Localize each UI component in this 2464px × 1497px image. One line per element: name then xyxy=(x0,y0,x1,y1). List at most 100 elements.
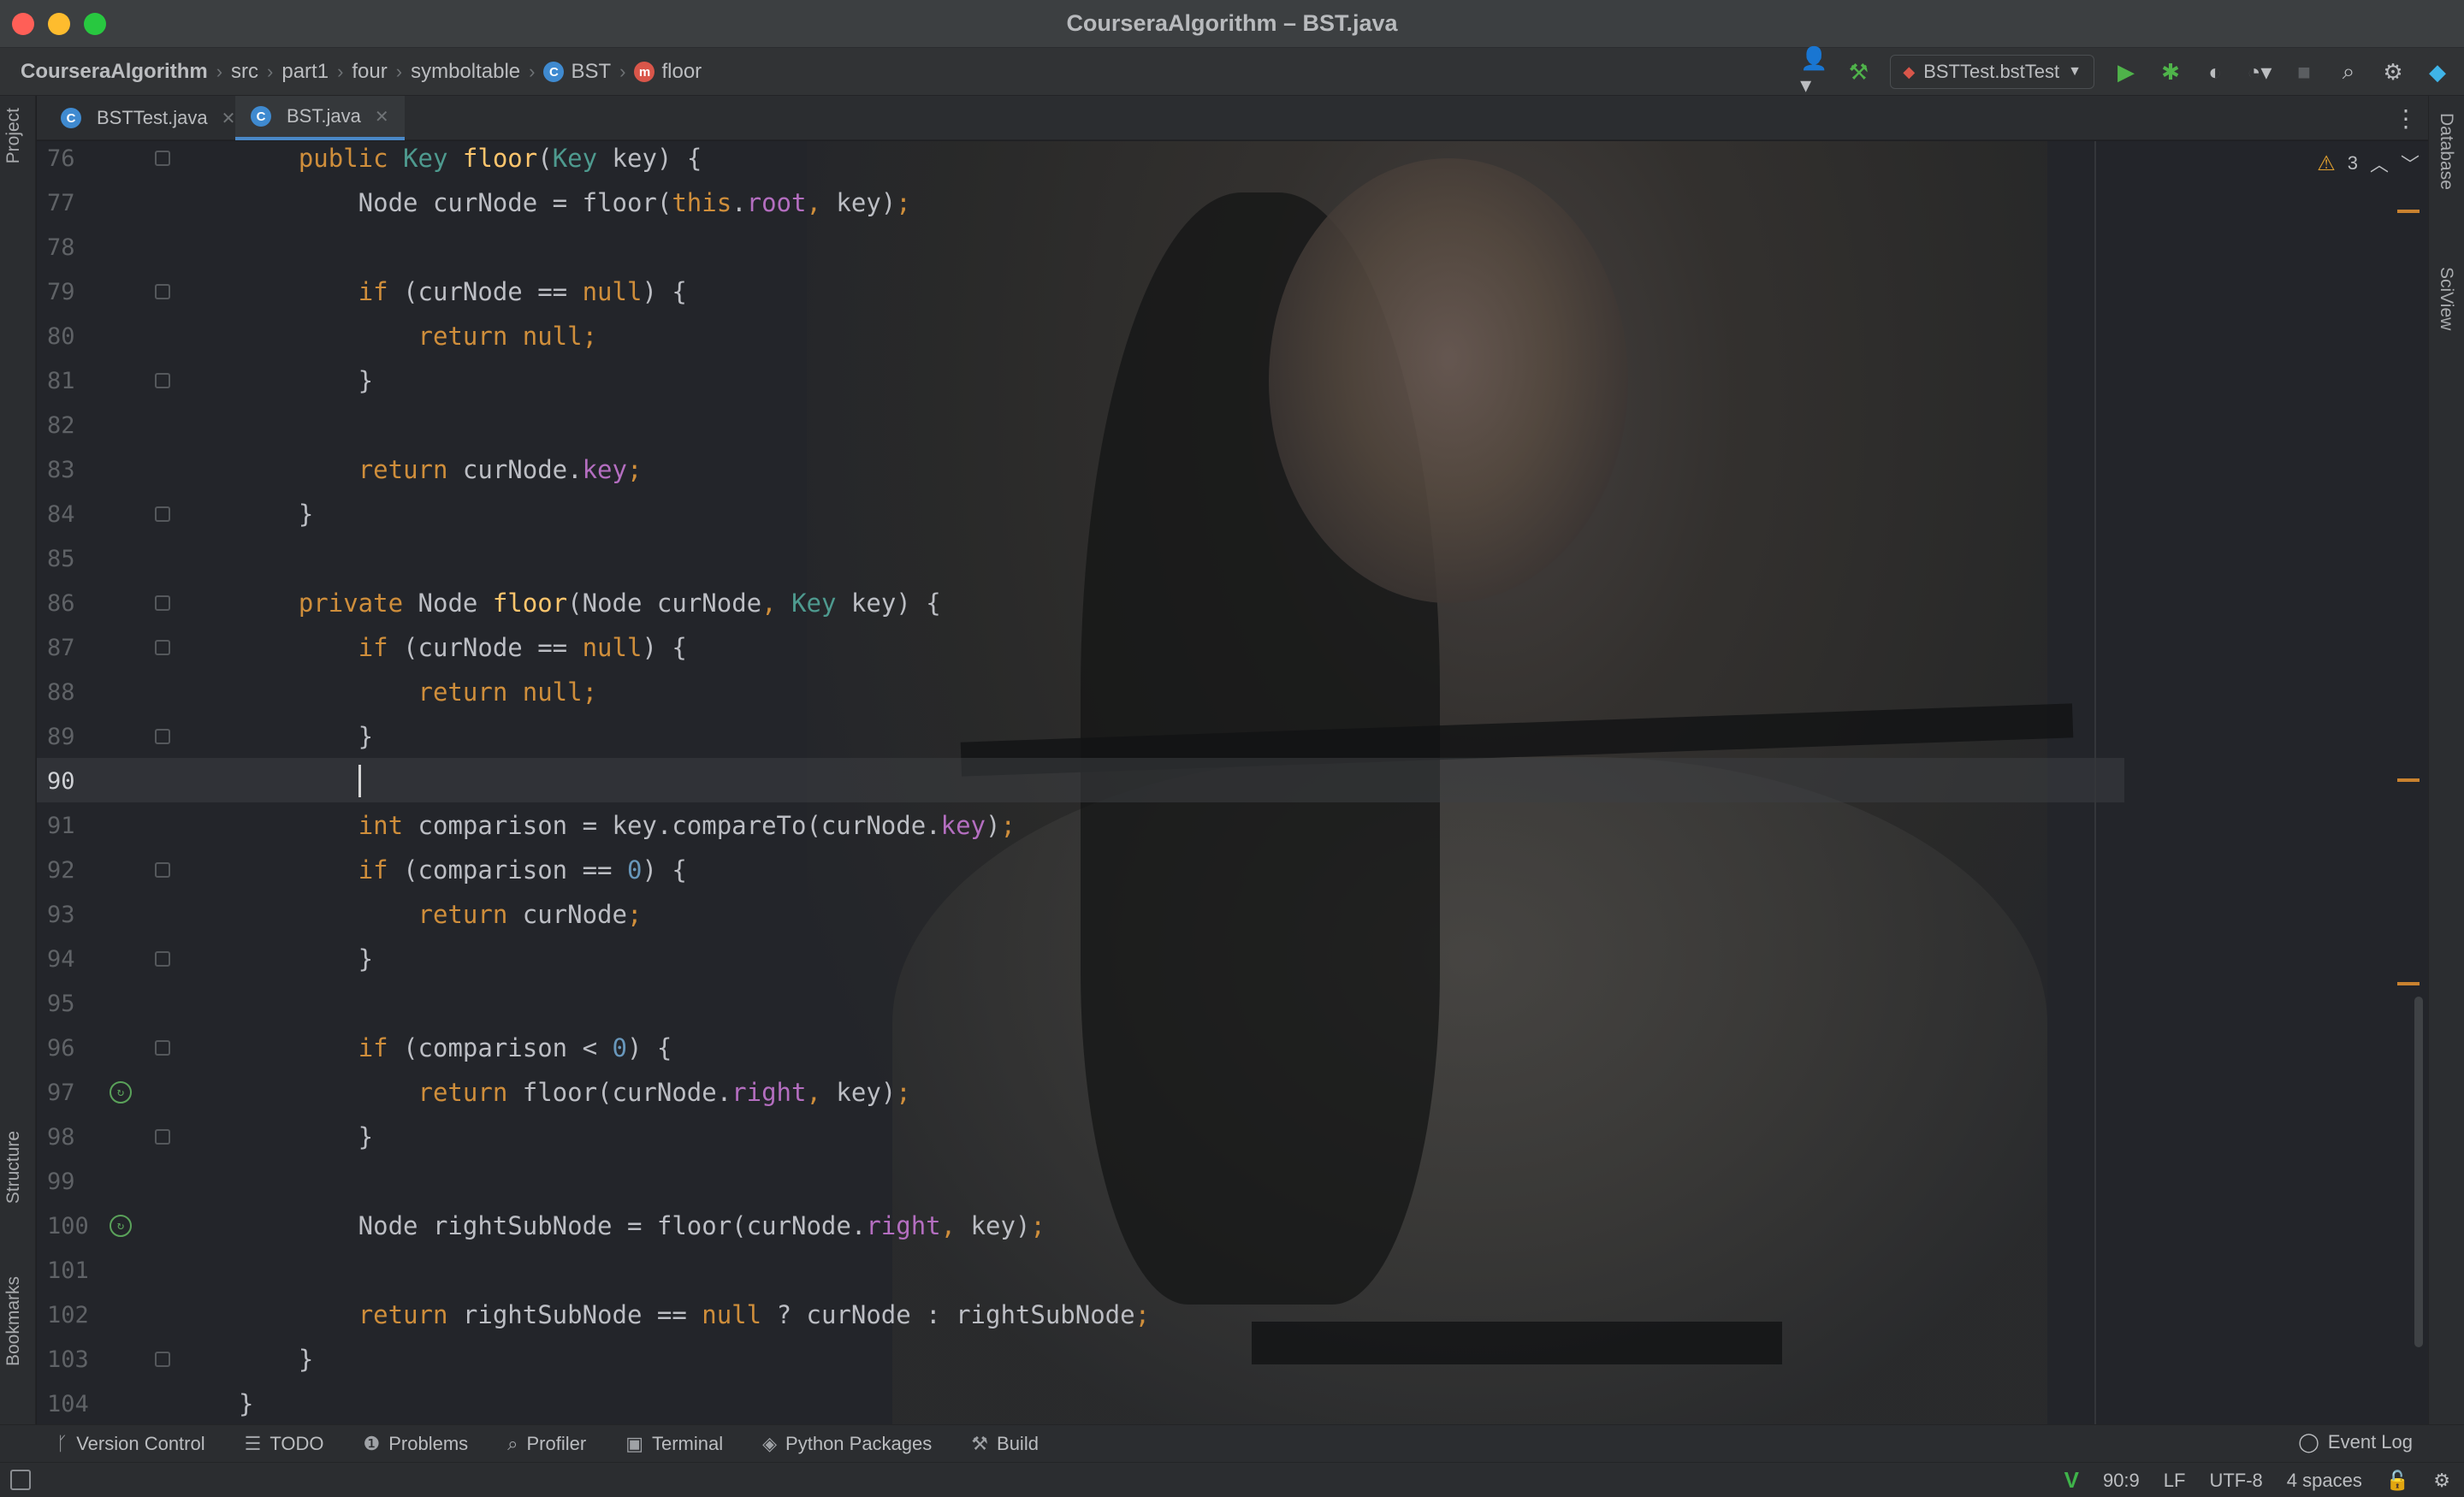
breadcrumb-item[interactable]: src xyxy=(231,60,258,84)
code-line[interactable]: 104} xyxy=(37,1382,2124,1424)
code-token: } xyxy=(239,1122,374,1151)
code-line[interactable]: 97 ↻ return floor(curNode.right, key); xyxy=(37,1070,2124,1115)
fold-marker-icon[interactable] xyxy=(155,862,170,878)
breadcrumb-item[interactable]: CourseraAlgorithm xyxy=(21,60,208,84)
tool-button-profiler[interactable]: ⌕ Profiler xyxy=(507,1433,586,1455)
fold-marker-icon[interactable] xyxy=(155,373,170,388)
stop-icon[interactable]: ■ xyxy=(2291,59,2317,85)
code-line[interactable]: 101 xyxy=(37,1248,2124,1293)
caret-position[interactable]: 90:9 xyxy=(2103,1470,2140,1492)
tool-button-python-packages[interactable]: ◈ Python Packages xyxy=(762,1433,932,1455)
user-icon[interactable]: 👤▾ xyxy=(1800,45,1827,98)
close-icon[interactable]: ✕ xyxy=(375,106,389,127)
code-line[interactable]: 95 xyxy=(37,981,2124,1026)
warning-marker[interactable] xyxy=(2397,982,2420,985)
code-line[interactable]: 103 } xyxy=(37,1337,2124,1382)
code-line[interactable]: 87 if (curNode == null) { xyxy=(37,625,2124,670)
code-text: if (comparison < 0) { xyxy=(239,1033,672,1062)
run-icon[interactable]: ▶ xyxy=(2113,59,2139,85)
fold-marker-icon[interactable] xyxy=(155,640,170,655)
project-tool-button[interactable]: Project xyxy=(3,108,24,163)
line-separator[interactable]: LF xyxy=(2164,1470,2186,1492)
bookmarks-tool-button[interactable]: Bookmarks xyxy=(3,1276,24,1366)
code-line[interactable]: 96 if (comparison < 0) { xyxy=(37,1026,2124,1070)
code-line[interactable]: 99 xyxy=(37,1159,2124,1204)
code-line[interactable]: 86 private Node floor(Node curNode, Key … xyxy=(37,581,2124,625)
recursive-call-icon[interactable]: ↻ xyxy=(110,1081,132,1104)
code-line[interactable]: 98 } xyxy=(37,1115,2124,1159)
code-line[interactable]: 94 } xyxy=(37,937,2124,981)
code-line[interactable]: 78 xyxy=(37,225,2124,269)
code-line[interactable]: 91 int comparison = key.compareTo(curNod… xyxy=(37,803,2124,848)
vim-icon[interactable]: V xyxy=(2064,1467,2079,1494)
breadcrumb-item[interactable]: m floor xyxy=(634,60,702,84)
fold-marker-icon[interactable] xyxy=(155,1129,170,1145)
code-line[interactable]: 76 public Key floor(Key key) { xyxy=(37,141,2124,180)
more-options-icon[interactable]: ⋮ xyxy=(2394,104,2418,133)
search-icon[interactable]: ⌕ xyxy=(2336,58,2361,85)
code-line[interactable]: 81 } xyxy=(37,358,2124,403)
tool-button-terminal[interactable]: ▣ Terminal xyxy=(625,1433,723,1455)
sciview-tool-button[interactable]: SciView xyxy=(2436,267,2456,330)
profile-icon[interactable]: ◔▾ xyxy=(2247,59,2272,85)
warning-marker[interactable] xyxy=(2397,210,2420,213)
fold-marker-icon[interactable] xyxy=(155,1040,170,1056)
code-line[interactable]: 80 return null; xyxy=(37,314,2124,358)
code-line[interactable]: 102 return rightSubNode == null ? curNod… xyxy=(37,1293,2124,1337)
ide-status-icon[interactable]: ⚙ xyxy=(2433,1470,2450,1492)
file-encoding[interactable]: UTF-8 xyxy=(2209,1470,2262,1492)
warning-marker[interactable] xyxy=(2397,778,2420,782)
coverage-icon[interactable]: ◐ xyxy=(2202,59,2228,85)
breadcrumb-item[interactable]: C BST xyxy=(543,60,611,84)
tool-button-version-control[interactable]: ᚴ Version Control xyxy=(56,1433,205,1455)
database-tool-button[interactable]: Database xyxy=(2436,113,2456,190)
code-line[interactable]: 83 return curNode.key; xyxy=(37,447,2124,492)
tool-button-todo[interactable]: ☰ TODO xyxy=(245,1433,324,1455)
fold-marker-icon[interactable] xyxy=(155,595,170,611)
breadcrumb-item[interactable]: symboltable xyxy=(411,60,520,84)
code-line[interactable]: 89 } xyxy=(37,714,2124,759)
code-line[interactable]: 84 } xyxy=(37,492,2124,536)
chevron-down-icon[interactable]: ﹀ xyxy=(2401,150,2420,177)
lock-icon[interactable]: 🔓 xyxy=(2386,1470,2409,1492)
chevron-up-icon[interactable]: ︿ xyxy=(2370,150,2389,177)
gear-icon[interactable]: ⚙ xyxy=(2380,59,2406,85)
inspection-widget[interactable]: ⚠ 3 ︿ ﹀ xyxy=(2317,150,2420,177)
code-line[interactable]: 82 xyxy=(37,403,2124,447)
code-line[interactable]: 85 xyxy=(37,536,2124,581)
tool-button-build[interactable]: ⚒ Build xyxy=(971,1433,1039,1455)
fold-marker-icon[interactable] xyxy=(155,1352,170,1367)
fold-marker-icon[interactable] xyxy=(155,506,170,522)
code-line[interactable]: 77 Node curNode = floor(this.root, key); xyxy=(37,180,2124,225)
code-line[interactable]: 79 if (curNode == null) { xyxy=(37,269,2124,314)
tab-bst-java[interactable]: C BST.java ✕ xyxy=(235,96,405,140)
recursive-call-icon[interactable]: ↻ xyxy=(110,1215,132,1237)
code-line[interactable]: 100 ↻ Node rightSubNode = floor(curNode.r… xyxy=(37,1204,2124,1248)
close-icon[interactable]: ✕ xyxy=(222,108,236,129)
structure-tool-button[interactable]: Structure xyxy=(3,1131,24,1204)
tool-window-bar: ᚴ Version Control ☰ TODO ❶ Problems ⌕ Profiler ▣… xyxy=(0,1424,2464,1462)
run-configuration-select[interactable]: ◆ BSTTest.bstTest ▼ xyxy=(1890,55,2094,89)
tool-button-problems[interactable]: ❶ Problems xyxy=(364,1433,469,1455)
fold-marker-icon[interactable] xyxy=(155,729,170,744)
vertical-scrollbar[interactable] xyxy=(2414,997,2423,1347)
code-line[interactable]: 90 xyxy=(37,759,2124,803)
breadcrumb-item[interactable]: part1 xyxy=(281,60,329,84)
event-log-button[interactable]: ◯ Event Log xyxy=(2298,1431,2413,1453)
tool-windows-toggle-icon[interactable] xyxy=(10,1470,31,1490)
fold-marker-icon[interactable] xyxy=(155,151,170,166)
code-line[interactable]: 92 if (comparison == 0) { xyxy=(37,848,2124,892)
code-line[interactable]: 93 return curNode; xyxy=(37,892,2124,937)
code-line[interactable]: 88 return null; xyxy=(37,670,2124,714)
hammer-icon[interactable]: ⚒ xyxy=(1845,59,1871,85)
code-token: null xyxy=(582,633,643,662)
code-editor[interactable]: 76 public Key floor(Key key) {77 Node cu… xyxy=(37,141,2428,1424)
indent-setting[interactable]: 4 spaces xyxy=(2287,1470,2362,1492)
debug-icon[interactable]: ✱ xyxy=(2158,59,2183,85)
tab-bsttest-java[interactable]: C BSTTest.java ✕ xyxy=(45,96,251,140)
jetbrains-icon[interactable]: ◆ xyxy=(2425,59,2450,85)
fold-marker-icon[interactable] xyxy=(155,284,170,299)
fold-marker-icon[interactable] xyxy=(155,951,170,967)
breadcrumb-item[interactable]: four xyxy=(352,60,387,84)
